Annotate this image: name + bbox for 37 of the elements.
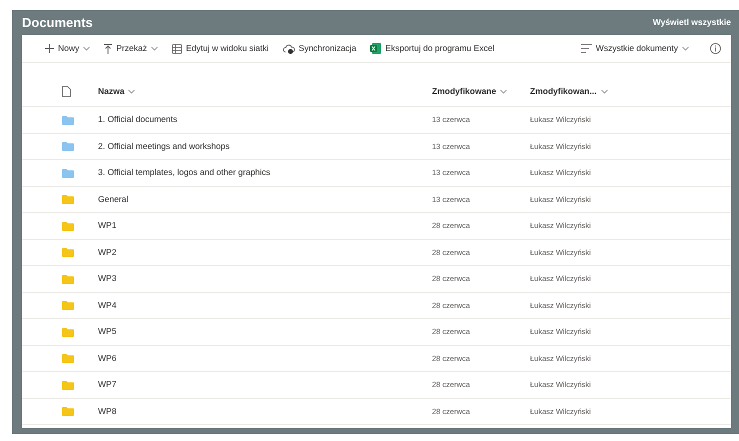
folder-name-link[interactable]: 1. Official documents: [98, 114, 178, 124]
view-selector[interactable]: Wszystkie dokumenty: [576, 42, 694, 55]
chevron-down-icon: [150, 46, 158, 51]
folder-name-link[interactable]: 2. Official meetings and workshops: [98, 140, 230, 151]
folder-name-link[interactable]: General: [98, 194, 128, 204]
toolbar-button[interactable]: Eksportuj do programu Excel: [365, 42, 500, 55]
folder-name-link[interactable]: WP3: [98, 273, 116, 284]
toolbar-button[interactable]: Edytuj w widoku siatki: [166, 42, 274, 55]
upload-icon: [104, 44, 112, 54]
folder-name-link[interactable]: WP6: [98, 352, 116, 363]
column-header[interactable]: Zmodyfikowan...: [530, 85, 608, 98]
folder-name-link[interactable]: WP4: [98, 300, 116, 310]
folder-name-link[interactable]: WP5: [98, 326, 116, 336]
folder-name-link[interactable]: WP8: [98, 406, 116, 416]
chevron-down-icon: [83, 46, 90, 51]
column-header[interactable]: Nazwa: [98, 85, 136, 98]
folder-name-link[interactable]: WP7: [98, 379, 116, 390]
folder-name-link[interactable]: 3. Official templates, logos and other graphics: [98, 167, 270, 178]
chevron-down-icon: [682, 46, 689, 51]
chevron-down-icon: [600, 89, 608, 94]
folder-name-link[interactable]: WP1: [98, 220, 116, 230]
view-all-link[interactable]: Wyświetl wszystkie: [652, 16, 731, 29]
plus-icon: [45, 44, 54, 53]
column-header[interactable]: Zmodyfikowane: [432, 85, 508, 98]
excel-icon: [370, 43, 382, 54]
toolbar-button[interactable]: Nowy: [40, 42, 96, 55]
chevron-down-icon: [128, 89, 136, 94]
toolbar-button[interactable]: Przekaż: [99, 42, 163, 55]
info-icon[interactable]: [710, 43, 721, 54]
toolbar-button[interactable]: Synchronizacja: [278, 42, 362, 55]
cloud-sync-icon: [282, 44, 295, 54]
panel-title: Documents: [22, 14, 93, 32]
file-icon: [62, 86, 71, 98]
list-icon: [580, 44, 592, 53]
chevron-down-icon: [500, 89, 508, 94]
folder-name-link[interactable]: WP2: [98, 246, 116, 257]
grid-icon: [172, 44, 182, 54]
